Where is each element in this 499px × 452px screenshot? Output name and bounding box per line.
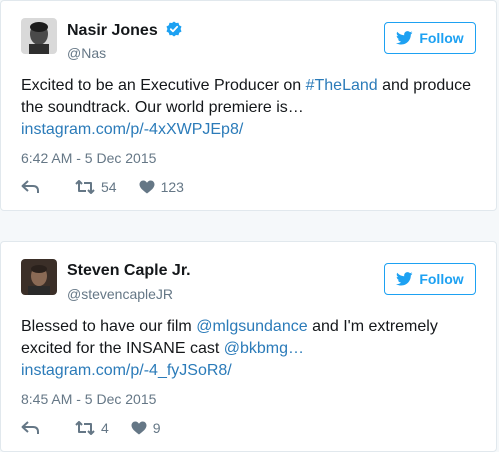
display-name-text[interactable]: Nasir Jones [67, 22, 158, 39]
hashtag-link[interactable]: #TheLand [306, 77, 378, 94]
like-button[interactable]: 9 [131, 420, 161, 436]
reply-button[interactable] [21, 421, 39, 435]
like-button[interactable]: 123 [139, 179, 184, 195]
verified-badge-icon [166, 21, 182, 42]
heart-icon [139, 180, 155, 194]
tweet-timestamp[interactable]: 8:45 AM - 5 Dec 2015 [21, 391, 156, 407]
tweet-text: Excited to be an Executive Producer on #… [21, 75, 491, 141]
follow-label: Follow [419, 271, 464, 287]
tweet-card[interactable]: Steven Caple Jr. @stevencapleJR Follow B… [0, 241, 497, 452]
tweet-text-part: Blessed to have our film [21, 318, 197, 335]
display-name[interactable]: Nasir Jones [67, 21, 182, 42]
mention-link[interactable]: @mlgsundance [196, 318, 307, 335]
mention-link[interactable]: @bkbmg… [224, 340, 304, 357]
user-handle[interactable]: @Nas [67, 45, 106, 61]
tweet-actions: 54 123 [21, 179, 184, 195]
tweet-text: Blessed to have our film @mlgsundance an… [21, 316, 491, 382]
avatar[interactable] [21, 18, 57, 54]
retweet-count: 54 [101, 179, 117, 195]
follow-button[interactable]: Follow [384, 263, 476, 295]
retweet-button[interactable]: 4 [75, 420, 109, 436]
like-count: 123 [160, 179, 184, 195]
reply-icon [21, 180, 39, 193]
display-name-text[interactable]: Steven Caple Jr. [67, 262, 191, 279]
retweet-button[interactable]: 54 [75, 179, 117, 195]
user-handle[interactable]: @stevencapleJR [67, 286, 173, 302]
follow-button[interactable]: Follow [384, 22, 476, 54]
reply-icon [21, 421, 39, 434]
url-link[interactable]: instagram.com/p/-4xXWPJEp8/ [21, 121, 243, 138]
retweet-icon [75, 180, 95, 194]
bird-icon [396, 31, 413, 45]
url-link[interactable]: instagram.com/p/-4_fyJSoR8/ [21, 362, 232, 379]
retweet-icon [75, 421, 95, 435]
follow-label: Follow [419, 30, 464, 46]
reply-button[interactable] [21, 180, 39, 194]
tweet-actions: 4 9 [21, 420, 161, 436]
heart-icon [131, 421, 147, 435]
like-count: 9 [152, 420, 161, 436]
tweet-text-part: Excited to be an Executive Producer on [21, 77, 306, 94]
tweet-card[interactable]: Nasir Jones @Nas Follow Excited to be an… [0, 0, 497, 211]
retweet-count: 4 [101, 420, 109, 436]
avatar[interactable] [21, 259, 57, 295]
tweet-timestamp[interactable]: 6:42 AM - 5 Dec 2015 [21, 150, 156, 166]
bird-icon [396, 272, 413, 286]
display-name[interactable]: Steven Caple Jr. [67, 262, 191, 280]
